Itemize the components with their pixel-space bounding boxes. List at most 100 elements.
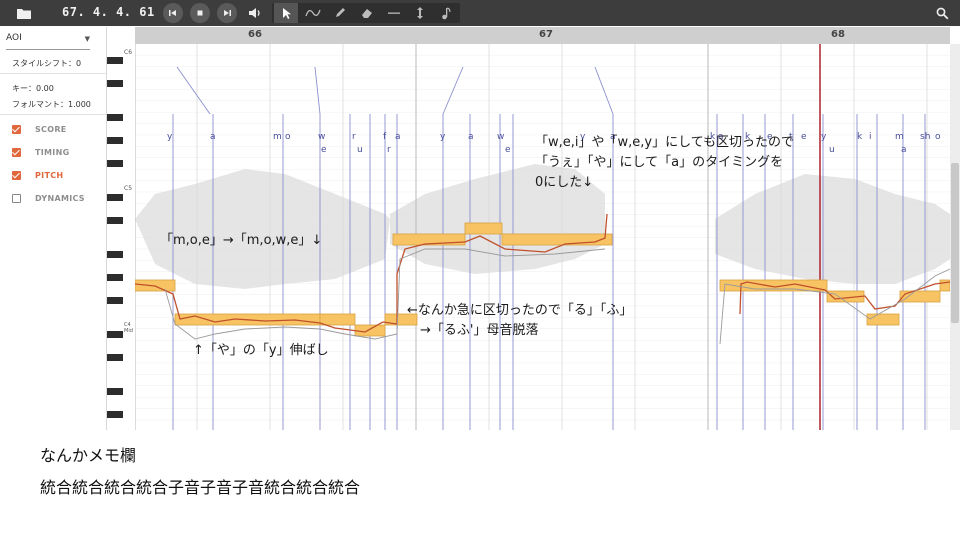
note[interactable] — [866, 313, 900, 326]
folder-icon[interactable] — [14, 3, 34, 23]
pencil-tool[interactable] — [328, 3, 352, 23]
skip-back-icon — [169, 10, 176, 16]
memo-body: 統合統合統合統合子音子音子音統合統合統合 — [40, 478, 361, 497]
black-key[interactable] — [107, 80, 123, 88]
lyric[interactable]: a — [901, 145, 907, 155]
black-key[interactable] — [107, 274, 123, 281]
divider — [0, 73, 106, 74]
key-label-c4: C4 Mid — [124, 322, 133, 334]
note-icon — [442, 6, 451, 19]
black-key[interactable] — [107, 217, 123, 224]
skip-back-button[interactable] — [163, 3, 183, 23]
lyric[interactable]: e — [801, 132, 807, 142]
lyric[interactable]: k — [857, 132, 863, 142]
voice-name: AOI — [6, 33, 22, 43]
black-key[interactable] — [107, 194, 123, 202]
lyric[interactable]: w — [497, 132, 504, 142]
memo-title: なんかメモ欄 — [40, 446, 137, 465]
lyric[interactable]: sh — [920, 132, 930, 142]
formant[interactable]: フォルマント：1.000 — [12, 99, 91, 110]
dynamics-checkbox[interactable] — [12, 194, 21, 203]
timing-label: TIMING — [35, 148, 70, 157]
piano-roll-editor: 66 67 68 C6 C5 C4 Mid y a m o w r f a y … — [107, 27, 960, 430]
pointer-icon — [283, 7, 291, 19]
bar-number: 68 — [831, 29, 845, 40]
key-label-c6: C6 — [124, 49, 133, 56]
skip-forward-icon — [224, 10, 231, 16]
black-key[interactable] — [107, 410, 123, 418]
lyric[interactable]: i — [869, 132, 872, 142]
black-key[interactable] — [107, 251, 123, 259]
annotation-text: ←なんか急に区切ったので「る」「ふ」 →「るふ'」母音脱落 — [407, 303, 633, 338]
black-key[interactable] — [107, 57, 123, 65]
divider — [0, 114, 106, 115]
dynamics-label: DYNAMICS — [35, 194, 85, 203]
note[interactable] — [464, 222, 503, 235]
pencil-icon — [336, 8, 345, 17]
annotation-text: ↑「や」の「y」伸ばし — [193, 343, 329, 358]
lyric[interactable]: e — [505, 145, 511, 155]
lyric[interactable]: r — [387, 145, 391, 155]
lyric[interactable]: u — [829, 145, 835, 155]
scrollbar-thumb[interactable] — [951, 163, 959, 323]
piano-keyboard[interactable]: C6 C5 C4 Mid — [107, 44, 136, 430]
lyric[interactable]: a — [210, 132, 216, 142]
score-checkbox[interactable] — [12, 125, 21, 134]
black-key[interactable] — [107, 388, 123, 395]
pitch-checkbox[interactable] — [12, 171, 21, 180]
vertical-tool[interactable] — [408, 3, 432, 23]
lyric[interactable]: u — [357, 145, 363, 155]
lyric[interactable]: y — [821, 132, 827, 142]
bar-number: 66 — [248, 29, 262, 40]
lyric[interactable]: y — [167, 132, 173, 142]
note[interactable] — [319, 313, 356, 326]
black-key[interactable] — [107, 331, 123, 338]
black-key[interactable] — [107, 353, 123, 361]
bar-number: 67 — [539, 29, 553, 40]
voice-select[interactable]: AOI ▼ — [6, 33, 90, 50]
note[interactable] — [501, 233, 613, 246]
style-shift[interactable]: スタイルシフト：0 — [12, 58, 81, 69]
annotation-text: 「w,e,i」や「w,e,y」にしても区切ったので 「うぇ」「や」にして「a」の… — [535, 135, 795, 190]
key-shift[interactable]: キー：0.00 — [12, 83, 54, 94]
search-icon[interactable] — [934, 3, 950, 23]
lyric[interactable]: o — [285, 132, 291, 142]
toolbar: 67. 4. 4. 61 — [0, 0, 960, 26]
lyric[interactable]: m — [273, 132, 282, 142]
lyric[interactable]: m — [895, 132, 904, 142]
black-key[interactable] — [107, 160, 123, 167]
line-icon — [388, 12, 400, 14]
track-settings-panel: AOI ▼ スタイルシフト：0 キー：0.00 フォルマント：1.000 SCO… — [0, 27, 107, 430]
pointer-tool[interactable] — [274, 3, 298, 23]
lyric[interactable]: o — [935, 132, 941, 142]
key-label-c5: C5 — [124, 185, 133, 192]
lyric[interactable]: w — [318, 132, 325, 142]
stop-icon — [197, 10, 203, 16]
lyric[interactable]: e — [321, 145, 327, 155]
skip-forward-button[interactable] — [217, 3, 237, 23]
curve-tool[interactable] — [301, 3, 325, 23]
timing-checkbox[interactable] — [12, 148, 21, 157]
vertical-arrows-icon — [417, 7, 423, 19]
curve-icon — [305, 9, 321, 17]
volume-icon[interactable] — [245, 3, 265, 23]
timeline-ruler[interactable]: 66 67 68 — [135, 27, 950, 44]
lyric[interactable]: a — [395, 132, 401, 142]
pitch-label: PITCH — [35, 171, 64, 180]
note-tool[interactable] — [434, 3, 458, 23]
playhead-position: 67. 4. 4. 61 — [62, 5, 155, 19]
line-tool[interactable] — [382, 3, 406, 23]
eraser-icon — [362, 9, 372, 18]
score-label: SCORE — [35, 125, 67, 134]
stop-button[interactable] — [190, 3, 210, 23]
note[interactable] — [354, 324, 386, 337]
lyric[interactable]: a — [468, 132, 474, 142]
chevron-down-icon: ▼ — [84, 35, 90, 43]
black-key[interactable] — [107, 296, 123, 304]
eraser-tool[interactable] — [355, 3, 379, 23]
black-key[interactable] — [107, 137, 123, 145]
lyric[interactable]: r — [352, 132, 356, 142]
black-key[interactable] — [107, 114, 123, 122]
lyric[interactable]: y — [440, 132, 446, 142]
note[interactable] — [899, 290, 941, 303]
